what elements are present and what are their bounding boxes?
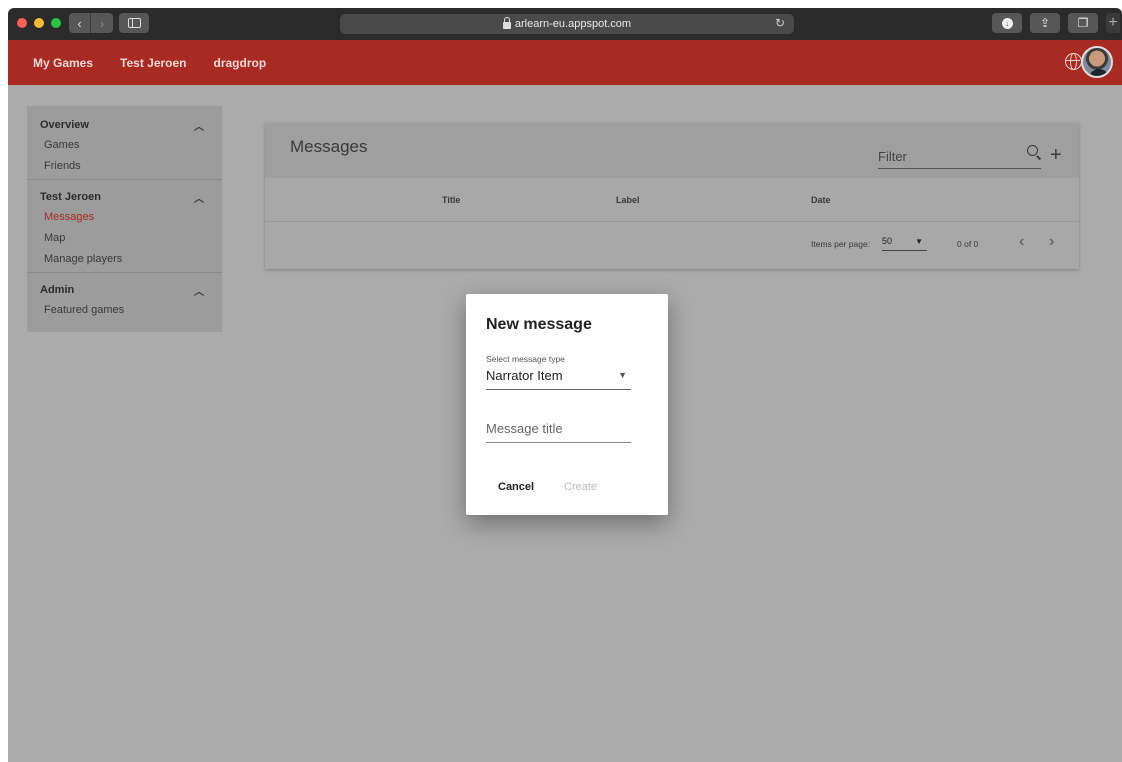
sidebar-item-manage-players[interactable]: Manage players xyxy=(40,249,209,270)
nav-link-dragdrop[interactable]: dragdrop xyxy=(214,56,267,70)
new-message-dialog: New message Select message type Narrator… xyxy=(466,294,668,515)
sidebar-item-map[interactable]: Map xyxy=(40,228,209,249)
chevron-up-icon[interactable]: ︿ xyxy=(194,190,209,205)
tabs-icon: ❐ xyxy=(1077,16,1089,30)
sidebar-item-messages[interactable]: Messages xyxy=(40,207,209,228)
chevron-up-icon[interactable]: ︿ xyxy=(194,118,209,133)
search-icon[interactable] xyxy=(1027,145,1038,156)
sidebar-section-title: Admin xyxy=(40,284,75,296)
dropdown-arrow-icon: ▼ xyxy=(915,237,923,246)
globe-icon[interactable] xyxy=(1065,53,1082,70)
create-button[interactable]: Create xyxy=(564,481,597,493)
forward-button[interactable]: › xyxy=(91,13,113,33)
dropdown-arrow-icon: ▼ xyxy=(618,370,627,380)
sidebar-section-header[interactable]: Test Jeroen ︿ xyxy=(40,183,209,207)
nav-link-test-jeroen[interactable]: Test Jeroen xyxy=(120,56,186,70)
back-button[interactable]: ‹ xyxy=(69,13,91,33)
window-controls xyxy=(17,18,61,28)
sidebar-section-overview: Overview ︿ Games Friends xyxy=(27,106,222,177)
toolbar-right: ↓ ⇪ ❐ + xyxy=(992,13,1120,33)
messages-card: Messages Filter + Title Label Date Items… xyxy=(265,123,1079,269)
message-type-value: Narrator Item xyxy=(486,368,563,383)
previous-page-button[interactable]: ‹ xyxy=(1019,233,1024,251)
zoom-window-button[interactable] xyxy=(51,18,61,28)
sidebar-divider xyxy=(27,272,222,273)
browser-window: ‹ › arlearn-eu.appspot.com ↻ ↓ ⇪ ❐ + My … xyxy=(8,8,1122,762)
history-nav: ‹ › xyxy=(69,13,113,33)
items-per-page-value: 50 xyxy=(882,236,893,246)
paginator: Items per page: 50 ▼ 0 of 0 ‹ › xyxy=(265,222,1079,269)
column-header-label[interactable]: Label xyxy=(616,195,640,205)
close-window-button[interactable] xyxy=(17,18,27,28)
address-bar[interactable]: arlearn-eu.appspot.com ↻ xyxy=(340,14,794,34)
sidebar-section-title: Test Jeroen xyxy=(40,191,101,203)
new-tab-button[interactable]: + xyxy=(1106,13,1120,33)
sidebar-section-header[interactable]: Admin ︿ xyxy=(40,276,209,300)
next-page-button[interactable]: › xyxy=(1049,233,1054,251)
sidebar-section-test-jeroen: Test Jeroen ︿ Messages Map Manage player… xyxy=(27,183,222,270)
dialog-title: New message xyxy=(486,316,592,333)
sidebar-item-games[interactable]: Games xyxy=(40,135,209,156)
page-title: Messages xyxy=(290,137,368,156)
card-header: Messages Filter + xyxy=(265,123,1079,178)
minimize-window-button[interactable] xyxy=(34,18,44,28)
sidebar-item-featured-games[interactable]: Featured games xyxy=(40,300,209,321)
lock-icon xyxy=(502,17,511,29)
table-header: Title Label Date xyxy=(265,178,1079,222)
url-text: arlearn-eu.appspot.com xyxy=(514,18,632,30)
share-icon: ⇪ xyxy=(1039,16,1051,30)
chevron-left-icon: ‹ xyxy=(77,15,82,31)
sidebar-section-admin: Admin ︿ Featured games xyxy=(27,276,222,321)
items-per-page-select[interactable]: 50 ▼ xyxy=(882,236,927,251)
sidebar-icon xyxy=(127,18,141,28)
plus-icon: + xyxy=(1108,14,1118,31)
downloads-button[interactable]: ↓ xyxy=(992,13,1022,33)
filter-input[interactable]: Filter xyxy=(878,149,1041,169)
message-title-input[interactable]: Message title xyxy=(486,421,631,443)
cancel-button[interactable]: Cancel xyxy=(498,481,534,493)
add-message-button[interactable]: + xyxy=(1050,145,1062,165)
message-type-select[interactable]: Narrator Item ▼ xyxy=(486,368,631,390)
tabs-overview-button[interactable]: ❐ xyxy=(1068,13,1098,33)
browser-titlebar: ‹ › arlearn-eu.appspot.com ↻ ↓ ⇪ ❐ + xyxy=(8,8,1122,40)
sidebar-section-title: Overview xyxy=(40,119,89,131)
sidebar: Overview ︿ Games Friends Test Jeroen ︿ M… xyxy=(27,106,222,332)
column-header-title[interactable]: Title xyxy=(442,195,460,205)
show-sidebar-button[interactable] xyxy=(119,13,149,33)
sidebar-item-friends[interactable]: Friends xyxy=(40,156,209,177)
nav-link-my-games[interactable]: My Games xyxy=(33,56,93,70)
chevron-right-icon: › xyxy=(99,15,105,31)
share-button[interactable]: ⇪ xyxy=(1030,13,1060,33)
range-label: 0 of 0 xyxy=(957,239,979,249)
message-type-label: Select message type xyxy=(486,354,565,364)
app-header: My Games Test Jeroen dragdrop xyxy=(8,40,1122,85)
reload-icon[interactable]: ↻ xyxy=(775,16,785,30)
sidebar-divider xyxy=(27,179,222,180)
items-per-page-label: Items per page: xyxy=(811,239,871,249)
avatar[interactable] xyxy=(1081,46,1113,78)
download-icon: ↓ xyxy=(1001,17,1013,29)
column-header-date[interactable]: Date xyxy=(811,195,831,205)
chevron-up-icon[interactable]: ︿ xyxy=(194,283,209,298)
sidebar-section-header[interactable]: Overview ︿ xyxy=(40,111,209,135)
